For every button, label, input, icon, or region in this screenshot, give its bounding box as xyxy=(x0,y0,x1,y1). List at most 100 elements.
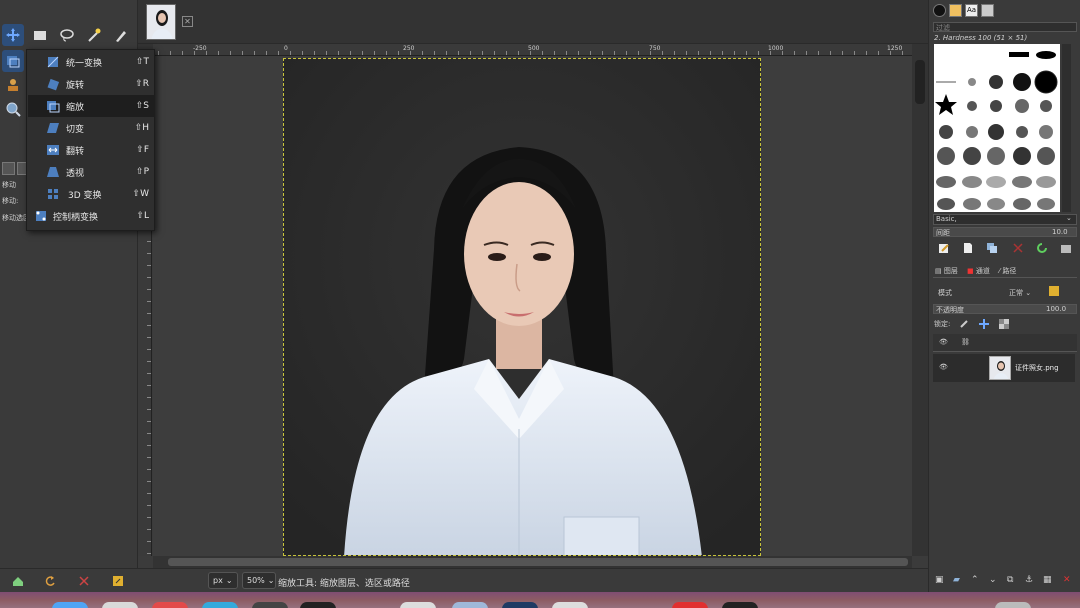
image-canvas[interactable] xyxy=(153,56,912,556)
right-dock: Aa 过滤 2. Hardness 100 (51 × 51) Basic, ⌄… xyxy=(928,0,1080,592)
vertical-scrollbar[interactable] xyxy=(912,44,928,556)
fonts-tab[interactable]: Aa xyxy=(965,4,978,17)
ruler-tick xyxy=(147,529,151,530)
close-image-tab-icon[interactable]: ✕ xyxy=(182,16,193,27)
paint-icon[interactable] xyxy=(110,24,132,46)
horizontal-ruler[interactable]: -250 0 250 500 750 1000 1250 xyxy=(153,44,912,56)
ruler-tick xyxy=(482,51,483,55)
brush-grid-scrollbar[interactable] xyxy=(1062,44,1071,212)
menu-item-shortcut: ⇧S xyxy=(135,101,149,111)
ruler-tick xyxy=(362,51,363,55)
image-tab-thumbnail[interactable] xyxy=(146,4,176,40)
ruler-tick xyxy=(182,51,183,55)
ruler-tick xyxy=(542,51,543,55)
brush-filter-input[interactable]: 过滤 xyxy=(933,22,1077,32)
menu-item-shortcut: ⇧R xyxy=(135,79,149,89)
menu-item-handle-transform[interactable]: 控制柄变换 ⇧L xyxy=(28,205,155,227)
ruler-tick xyxy=(566,51,567,55)
vertical-scroll-thumb[interactable] xyxy=(915,60,925,104)
menu-item-3d-transform[interactable]: 3D 变换 ⇧W xyxy=(28,183,155,205)
edit-brush-icon[interactable] xyxy=(937,241,951,255)
menu-item-shear[interactable]: 切变 ⇧H xyxy=(28,117,155,139)
delete-options-icon[interactable] xyxy=(77,574,91,588)
lock-position-icon[interactable] xyxy=(977,317,991,331)
channels-tab[interactable]: ■ 通道 xyxy=(967,266,990,276)
clone-icon[interactable] xyxy=(2,74,24,96)
restore-options-icon[interactable] xyxy=(43,574,57,588)
app-icon[interactable] xyxy=(102,602,138,608)
menu-item-scale[interactable]: 缩放 ⇧S xyxy=(28,95,155,117)
brushes-tab[interactable] xyxy=(933,4,946,17)
layers-tab-label: 图层 xyxy=(943,267,958,275)
ruler-tick xyxy=(686,51,687,55)
ruler-tick xyxy=(314,51,315,55)
move-tool-icon[interactable] xyxy=(2,24,24,46)
zoom-select[interactable]: 50% ⌄ xyxy=(242,572,276,589)
app-icon[interactable] xyxy=(722,602,758,608)
anchor-layer-icon[interactable]: ⚓ xyxy=(1025,575,1033,585)
layer-visibility-eye-icon[interactable]: 👁 xyxy=(939,363,948,371)
ruler-tick xyxy=(147,493,151,494)
menu-item-flip[interactable]: 翻转 ⇧F xyxy=(28,139,155,161)
layer-row[interactable]: 👁 证件照女.png xyxy=(933,354,1075,382)
app-icon[interactable] xyxy=(502,602,538,608)
paths-tab[interactable]: ⁄ 路径 xyxy=(999,266,1016,276)
lock-pixels-icon[interactable] xyxy=(957,317,971,331)
menu-item-unified-transform[interactable]: 统一变换 ⇧T xyxy=(28,51,155,73)
ruler-tick xyxy=(638,51,639,55)
tool-options-tab[interactable] xyxy=(2,162,15,175)
raise-layer-icon[interactable]: ⌃ xyxy=(971,575,979,585)
app-icon[interactable] xyxy=(552,602,588,608)
layers-tab[interactable]: ▤ 图层 xyxy=(935,266,958,276)
horizontal-scroll-thumb[interactable] xyxy=(168,558,908,566)
document-history-tab[interactable] xyxy=(981,4,994,17)
zoom-icon[interactable] xyxy=(2,98,24,120)
brush-grid[interactable] xyxy=(934,44,1060,212)
app-icon[interactable] xyxy=(252,602,288,608)
refresh-brushes-icon[interactable] xyxy=(1035,241,1049,255)
transform-tool-icon[interactable] xyxy=(2,50,24,72)
new-layer-group-icon[interactable]: ▰ xyxy=(953,575,960,585)
rect-select-icon[interactable] xyxy=(29,24,51,46)
fuzzy-select-icon[interactable] xyxy=(83,24,105,46)
mask-layer-icon[interactable]: ▦ xyxy=(1043,575,1052,585)
save-options-icon[interactable] xyxy=(11,574,25,588)
new-brush-icon[interactable] xyxy=(961,241,975,255)
ruler-tick xyxy=(147,361,151,362)
horizontal-scrollbar[interactable] xyxy=(153,556,912,568)
spacing-slider[interactable]: 间距 10.0 xyxy=(933,227,1077,237)
terminal-app-icon[interactable] xyxy=(300,602,336,608)
unit-select[interactable]: px ⌄ xyxy=(208,572,238,589)
app-icon[interactable] xyxy=(202,602,238,608)
layer-mode-switch-icon[interactable] xyxy=(1047,284,1061,298)
ruler-tick xyxy=(147,301,151,302)
duplicate-layer-icon[interactable]: ⧉ xyxy=(1007,575,1013,585)
reset-options-icon[interactable] xyxy=(111,574,125,588)
patterns-tab[interactable] xyxy=(949,4,962,17)
open-brush-as-image-icon[interactable] xyxy=(1059,241,1073,255)
finder-app-icon[interactable] xyxy=(52,602,88,608)
app-icon[interactable] xyxy=(672,602,708,608)
delete-brush-icon[interactable] xyxy=(1011,241,1025,255)
menu-item-rotate[interactable]: 旋转 ⇧R xyxy=(28,73,155,95)
app-icon[interactable] xyxy=(400,602,436,608)
opacity-value: 100.0 xyxy=(1046,305,1067,313)
ruler-tick xyxy=(494,51,495,55)
ruler-tick xyxy=(147,325,151,326)
lock-alpha-icon[interactable] xyxy=(997,317,1011,331)
delete-layer-icon[interactable]: ✕ xyxy=(1063,575,1071,585)
app-icon[interactable] xyxy=(152,602,188,608)
ruler-tick xyxy=(842,51,843,55)
app-icon[interactable] xyxy=(452,602,488,608)
duplicate-brush-icon[interactable] xyxy=(985,241,999,255)
brush-preset-select[interactable]: Basic, ⌄ xyxy=(933,214,1077,225)
opacity-slider[interactable]: 不透明度 100.0 xyxy=(933,304,1077,314)
new-layer-icon[interactable]: ▣ xyxy=(935,575,944,585)
mode-select[interactable]: 正常 ⌄ xyxy=(1009,288,1031,298)
ruler-tick xyxy=(147,481,151,482)
app-icon[interactable] xyxy=(995,602,1031,608)
menu-item-perspective[interactable]: 透视 ⇧P xyxy=(28,161,155,183)
lower-layer-icon[interactable]: ⌄ xyxy=(989,575,997,585)
lasso-icon[interactable] xyxy=(56,24,78,46)
ruler-tick xyxy=(147,277,151,278)
